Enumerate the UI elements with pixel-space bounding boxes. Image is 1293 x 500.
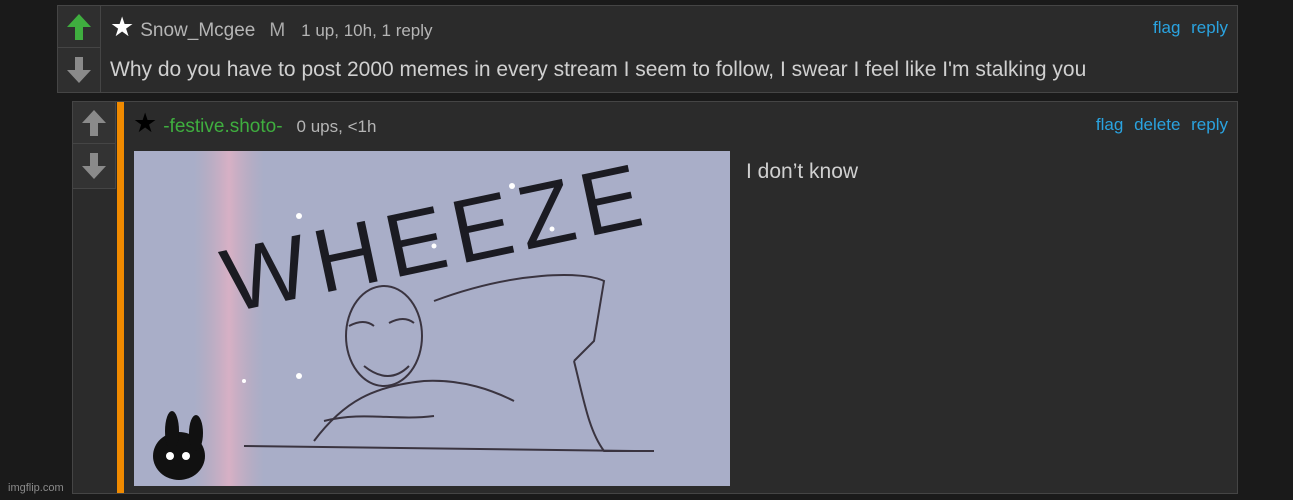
vote-column — [58, 6, 101, 92]
arrow-down-icon — [82, 153, 106, 179]
comment-actions: flag delete reply — [1090, 115, 1228, 135]
comment-festive-shoto: ★ -festive.shoto- 0 ups, <1h flag delete… — [72, 101, 1238, 494]
comment-meta: ★ -festive.shoto- 0 ups, <1h — [133, 110, 376, 138]
comment-snow-mcgee: ★ Snow_Mcgee M 1 up, 10h, 1 reply flag r… — [57, 5, 1238, 93]
reply-accent-bar — [117, 102, 124, 493]
reply-link[interactable]: reply — [1191, 18, 1228, 37]
downvote-button[interactable] — [58, 49, 100, 91]
comment-actions: flag reply — [1147, 18, 1228, 38]
mod-badge: M — [269, 20, 286, 41]
meme-image[interactable]: WHEEZE — [134, 151, 730, 486]
arrow-down-icon — [67, 57, 91, 83]
vote-column — [73, 102, 116, 189]
wheeze-meme-drawing: WHEEZE — [134, 151, 730, 486]
upvote-button[interactable] — [58, 6, 100, 48]
flag-link[interactable]: flag — [1096, 115, 1123, 134]
comment-text: I don’t know — [746, 160, 859, 183]
comment-text: Why do you have to post 2000 memes in ev… — [110, 58, 1087, 81]
username[interactable]: Snow_Mcgee — [140, 20, 255, 42]
username[interactable]: -festive.shoto- — [163, 116, 282, 138]
star-icon: ★ — [110, 12, 135, 42]
arrow-up-icon — [82, 109, 106, 136]
downvote-button[interactable] — [73, 145, 115, 187]
delete-link[interactable]: delete — [1134, 115, 1180, 134]
arrow-up-icon — [67, 13, 91, 40]
flag-link[interactable]: flag — [1153, 18, 1180, 37]
reply-link[interactable]: reply — [1191, 115, 1228, 134]
comment-stats: 0 ups, <1h — [296, 117, 377, 136]
comment-meta: ★ Snow_Mcgee M 1 up, 10h, 1 reply — [110, 14, 433, 42]
comment-stats: 1 up, 10h, 1 reply — [301, 21, 433, 40]
upvote-button[interactable] — [73, 102, 115, 144]
imgflip-watermark: imgflip.com — [8, 482, 64, 494]
star-icon: ★ — [133, 108, 158, 138]
